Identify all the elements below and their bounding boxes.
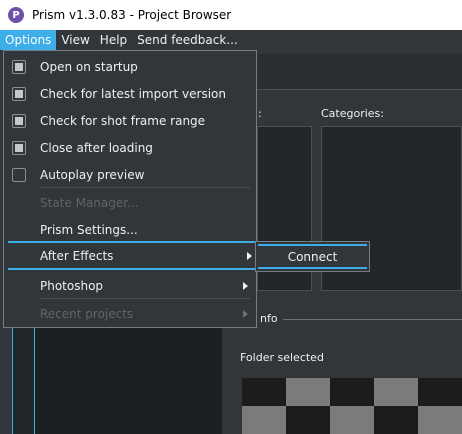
menu-item-connect[interactable]: Connect bbox=[258, 244, 367, 269]
menu-item-label: Close after loading bbox=[40, 140, 153, 155]
menu-bar: Options View Help Send feedback... bbox=[0, 30, 462, 50]
left-tree-view[interactable] bbox=[34, 326, 222, 434]
menu-item-after-effects[interactable]: After Effects bbox=[8, 241, 256, 270]
menu-separator bbox=[40, 187, 250, 188]
window-title: Prism v1.3.0.83 - Project Browser bbox=[32, 8, 232, 22]
preview-checkerboard bbox=[242, 378, 462, 434]
menu-help[interactable]: Help bbox=[95, 30, 132, 50]
menu-view[interactable]: View bbox=[56, 30, 94, 50]
after-effects-submenu: Connect bbox=[255, 241, 370, 272]
logo-letter: P bbox=[12, 9, 20, 21]
menu-options[interactable]: Options bbox=[0, 30, 57, 50]
menu-item-label: State Manager... bbox=[40, 195, 139, 210]
folder-selected-text: Folder selected bbox=[240, 351, 324, 364]
menu-item-label: Check for latest import version bbox=[40, 86, 226, 101]
menu-separator bbox=[40, 298, 250, 299]
menu-item-label: Recent projects bbox=[40, 306, 134, 321]
options-menu: Open on startup Check for latest import … bbox=[3, 50, 257, 328]
submenu-arrow-icon bbox=[247, 251, 252, 260]
menu-item-label: Check for shot frame range bbox=[40, 113, 206, 128]
menu-item-label: After Effects bbox=[40, 248, 114, 263]
info-group-divider bbox=[283, 319, 462, 320]
checkbox-icon[interactable] bbox=[12, 113, 26, 128]
menu-item-prism-settings[interactable]: Prism Settings... bbox=[4, 216, 256, 243]
categories-label: Categories: bbox=[321, 107, 384, 120]
menu-item-close-after-loading[interactable]: Close after loading bbox=[4, 134, 256, 161]
menu-item-autoplay-preview[interactable]: Autoplay preview bbox=[4, 161, 256, 188]
menu-item-label: Open on startup bbox=[40, 59, 138, 74]
checkbox-icon[interactable] bbox=[12, 59, 26, 74]
menu-send-feedback[interactable]: Send feedback... bbox=[132, 30, 243, 50]
tab-strip bbox=[256, 54, 462, 90]
checkbox-icon[interactable] bbox=[12, 86, 26, 101]
menu-item-label: Prism Settings... bbox=[40, 222, 138, 237]
menu-item-label: Photoshop bbox=[40, 278, 104, 293]
checkbox-icon[interactable] bbox=[12, 167, 26, 182]
entity-list-label: : bbox=[258, 107, 262, 120]
menu-item-label: Autoplay preview bbox=[40, 167, 145, 182]
menu-item-check-latest-import[interactable]: Check for latest import version bbox=[4, 80, 256, 107]
checkbox-icon[interactable] bbox=[12, 140, 26, 155]
menu-item-open-on-startup[interactable]: Open on startup bbox=[4, 53, 256, 80]
menu-item-state-manager: State Manager... bbox=[4, 189, 256, 216]
submenu-arrow-icon bbox=[243, 309, 248, 318]
title-bar: P Prism v1.3.0.83 - Project Browser bbox=[0, 0, 462, 30]
menu-item-recent-projects: Recent projects bbox=[4, 300, 256, 327]
submenu-arrow-icon bbox=[243, 281, 248, 290]
info-group-label: nfo bbox=[260, 312, 278, 325]
menu-item-photoshop[interactable]: Photoshop bbox=[4, 272, 256, 299]
menu-item-check-shot-frame-range[interactable]: Check for shot frame range bbox=[4, 107, 256, 134]
prism-logo-icon: P bbox=[8, 7, 24, 23]
